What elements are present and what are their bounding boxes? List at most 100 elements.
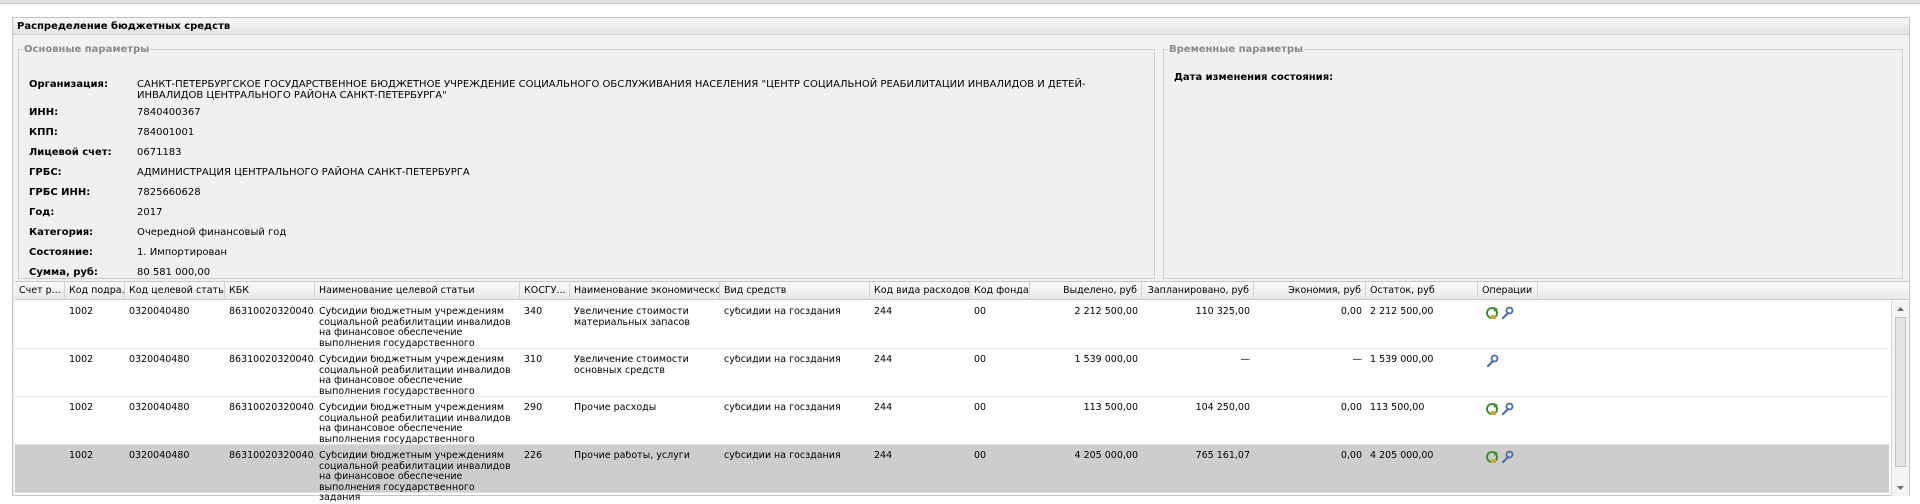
field-value: 7840400367 (137, 107, 201, 118)
table-cell: Увеличение стоимости материальных запасо… (574, 307, 690, 328)
field-label: Год: (29, 207, 55, 218)
table-cell: 2 212 500,00 (1074, 307, 1138, 317)
scroll-down-icon[interactable] (1894, 482, 1907, 494)
table-cell: 0320040480 (129, 451, 190, 461)
table-cell: 340 (524, 307, 543, 317)
grid-header: Счет р... Код подра... Код целевой статьи К… (15, 282, 1909, 300)
table-cell: 2 212 500,00 (1370, 307, 1434, 317)
table-cell: — (1240, 355, 1251, 365)
table-cell: 1002 (69, 307, 94, 317)
field-label: КПП: (29, 127, 58, 138)
table-cell: субсидии на госздания (724, 355, 841, 365)
table-cell: 244 (874, 307, 893, 317)
budget-distribution-panel: Распределение бюджетных средств Основные… (12, 17, 1910, 503)
column-header[interactable]: Счет р... (15, 282, 65, 300)
row-operations (1485, 402, 1525, 416)
table-cell: 86310020320040... (229, 451, 315, 461)
table-cell: 4 205 000,00 (1370, 451, 1434, 461)
table-cell: 244 (874, 355, 893, 365)
field-label: Лицевой счет: (29, 147, 112, 158)
table-cell: субсидии на госздания (724, 451, 841, 461)
field-value: 0671183 (137, 147, 182, 158)
field-value: 2017 (137, 207, 163, 218)
row-operations (1485, 450, 1525, 464)
table-row[interactable]: 1002 0320040480 86310020320040... Субсидии … (15, 397, 1889, 455)
field-label: ГРБС: (29, 167, 62, 178)
table-cell: 113 500,00 (1370, 403, 1425, 413)
table-cell: 110 325,00 (1195, 307, 1250, 317)
column-header[interactable]: Код вида расходов (870, 282, 970, 300)
table-cell: 86310020320040... (229, 355, 315, 365)
time-params-legend: Временные параметры (1169, 44, 1304, 55)
scroll-thumb[interactable] (1895, 317, 1906, 467)
table-cell: 0320040480 (129, 355, 190, 365)
top-bar (0, 0, 1920, 4)
table-cell: Прочие работы, услуги (574, 451, 690, 461)
wrench-icon[interactable] (1500, 402, 1514, 416)
column-header[interactable]: Операции (1478, 282, 1538, 300)
budget-grid: Счет р... Код подра... Код целевой статьи К… (15, 281, 1909, 503)
column-header[interactable]: Код целевой статьи (125, 282, 225, 300)
table-cell: 0,00 (1340, 451, 1362, 461)
table-row[interactable]: 1002 0320040480 86310020320040... Субсидии … (15, 301, 1889, 359)
table-row[interactable]: 1002 0320040480 86310020320040... Субсидии … (15, 445, 1889, 503)
column-header[interactable]: Остаток, руб (1366, 282, 1478, 300)
field-value: Очередной финансовый год (137, 227, 287, 238)
table-cell: 113 500,00 (1083, 403, 1138, 413)
table-cell: 310 (524, 355, 543, 365)
table-cell: 0,00 (1340, 403, 1362, 413)
panel-title: Распределение бюджетных средств (13, 18, 1909, 35)
field-label: Состояние: (29, 247, 93, 258)
field-value: 784001001 (137, 127, 195, 138)
main-params-group: Основные параметры Организация: САНКТ-ПЕТ… (18, 44, 1155, 279)
table-cell: 1 539 000,00 (1074, 355, 1138, 365)
field-value: 7825660628 (137, 187, 201, 198)
column-header[interactable]: Экономия, руб (1254, 282, 1366, 300)
table-cell: 0320040480 (129, 307, 190, 317)
table-cell: Увеличение стоимости основных средств (574, 355, 689, 376)
table-cell: 1002 (69, 451, 94, 461)
main-params-legend: Основные параметры (24, 44, 150, 55)
column-header[interactable]: Запланировано, руб (1142, 282, 1254, 300)
table-cell: 226 (524, 451, 543, 461)
column-header[interactable]: КОСГУ... (520, 282, 570, 300)
table-cell: 244 (874, 451, 893, 461)
table-cell: 1 539 000,00 (1370, 355, 1434, 365)
field-label: Сумма, руб: (29, 267, 98, 278)
wrench-icon[interactable] (1500, 450, 1514, 464)
field-value: 1. Импортирован (137, 247, 228, 258)
table-cell: 290 (524, 403, 543, 413)
table-cell: Прочие расходы (574, 403, 657, 413)
refresh-icon[interactable] (1485, 306, 1499, 320)
row-operations (1485, 306, 1525, 320)
field-value: САНКТ-ПЕТЕРБУРГСКОЕ ГОСУДАРСТВЕННОЕ БЮДЖ… (137, 79, 1086, 101)
scroll-up-icon[interactable] (1894, 303, 1907, 315)
column-header[interactable]: Выделено, руб (1030, 282, 1142, 300)
column-header[interactable]: Вид средств (720, 282, 870, 300)
state-change-date-value: - (1324, 70, 1328, 81)
time-params-group: Временные параметры Дата изменения состо… (1163, 44, 1903, 279)
table-row[interactable]: 1002 0320040480 86310020320040... Субсидии … (15, 349, 1889, 407)
refresh-icon[interactable] (1485, 450, 1499, 464)
table-cell: субсидии на госздания (724, 307, 841, 317)
column-header[interactable]: Наименование экономической ... (570, 282, 720, 300)
table-cell: 00 (974, 307, 987, 317)
column-header[interactable]: Код фонда (970, 282, 1030, 300)
column-header[interactable]: Код подра... (65, 282, 125, 300)
table-cell: 104 250,00 (1195, 403, 1250, 413)
column-header[interactable]: КБК (225, 282, 315, 300)
table-cell: — (1352, 355, 1363, 365)
wrench-icon[interactable] (1485, 354, 1499, 368)
field-label: Организация: (29, 79, 108, 90)
wrench-icon[interactable] (1500, 306, 1514, 320)
table-cell: 1002 (69, 403, 94, 413)
table-cell: субсидии на госздания (724, 403, 841, 413)
table-cell: 86310020320040... (229, 307, 315, 317)
refresh-icon[interactable] (1485, 402, 1499, 416)
table-cell: 765 161,07 (1195, 451, 1250, 461)
table-cell: 00 (974, 403, 987, 413)
row-operations (1485, 354, 1525, 368)
column-header[interactable]: Наименование целевой статьи (315, 282, 520, 300)
field-value: АДМИНИСТРАЦИЯ ЦЕНТРАЛЬНОГО РАЙОНА САНКТ-… (137, 167, 470, 178)
vertical-scrollbar[interactable] (1891, 301, 1909, 496)
